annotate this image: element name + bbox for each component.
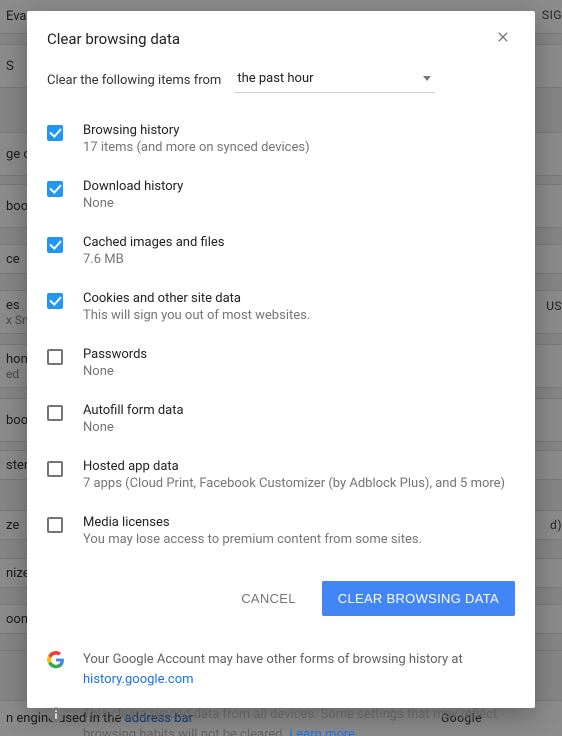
item-cache: Cached images and files 7.6 MB (47, 223, 515, 279)
checkbox-browsing-history[interactable] (47, 125, 63, 141)
chevron-down-icon (423, 76, 431, 81)
learn-more-link[interactable]: Learn more (289, 727, 355, 736)
item-hosted-app-data: Hosted app data 7 apps (Cloud Print, Fac… (47, 447, 515, 503)
item-title: Media licenses (83, 515, 422, 530)
item-media-licenses: Media licenses You may lose access to pr… (47, 503, 515, 559)
item-title: Cookies and other site data (83, 291, 310, 306)
item-browsing-history: Browsing history 17 items (and more on s… (47, 111, 515, 167)
info-icon (47, 706, 65, 724)
footer-account-text: Your Google Account may have other forms… (83, 652, 463, 667)
item-desc: None (83, 420, 184, 435)
item-desc: None (83, 196, 183, 211)
checkbox-cache[interactable] (47, 237, 63, 253)
checkbox-autofill[interactable] (47, 405, 63, 421)
datatype-list: Browsing history 17 items (and more on s… (27, 111, 535, 559)
item-title: Autofill form data (83, 403, 184, 418)
time-range-dropdown[interactable]: the past hour (235, 67, 435, 93)
item-desc: 7 apps (Cloud Print, Facebook Customizer… (83, 476, 505, 491)
item-autofill: Autofill form data None (47, 391, 515, 447)
checkbox-media-licenses[interactable] (47, 517, 63, 533)
clear-browsing-data-dialog: Clear browsing data Clear the following … (27, 11, 535, 708)
item-desc: This will sign you out of most websites. (83, 308, 310, 323)
close-icon (495, 29, 511, 45)
footer-sync-row: This clears synced data from all devices… (47, 697, 515, 736)
checkbox-cookies[interactable] (47, 293, 63, 309)
item-title: Download history (83, 179, 183, 194)
item-title: Cached images and files (83, 235, 224, 250)
from-label: Clear the following items from (47, 73, 221, 88)
item-title: Passwords (83, 347, 147, 362)
checkbox-hosted-app-data[interactable] (47, 461, 63, 477)
checkbox-passwords[interactable] (47, 349, 63, 365)
history-link[interactable]: history.google.com (83, 672, 194, 687)
item-download-history: Download history None (47, 167, 515, 223)
google-logo-icon (47, 651, 65, 669)
item-title: Hosted app data (83, 459, 505, 474)
item-title: Browsing history (83, 123, 310, 138)
item-desc: 17 items (and more on synced devices) (83, 140, 310, 155)
item-desc: 7.6 MB (83, 252, 224, 267)
cancel-button[interactable]: CANCEL (225, 581, 312, 616)
item-desc: You may lose access to premium content f… (83, 532, 422, 547)
item-cookies: Cookies and other site data This will si… (47, 279, 515, 335)
item-passwords: Passwords None (47, 335, 515, 391)
item-desc: None (83, 364, 147, 379)
checkbox-download-history[interactable] (47, 181, 63, 197)
dialog-title: Clear browsing data (47, 30, 180, 48)
footer-account-row: Your Google Account may have other forms… (47, 642, 515, 697)
time-range-value: the past hour (237, 71, 313, 86)
close-button[interactable] (495, 29, 515, 49)
clear-browsing-data-button[interactable]: CLEAR BROWSING DATA (322, 581, 515, 616)
